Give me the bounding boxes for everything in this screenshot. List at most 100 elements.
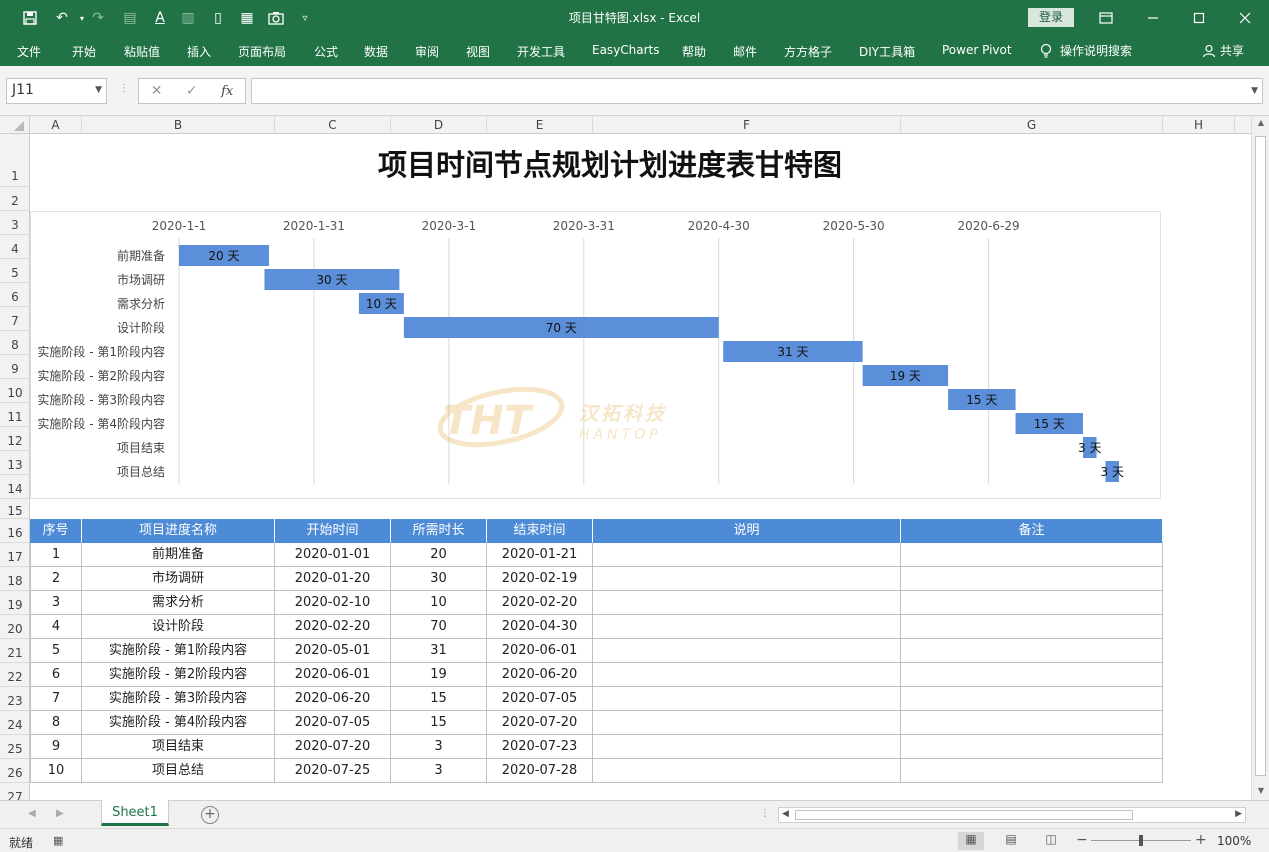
table-cell[interactable]: 前期准备 bbox=[82, 543, 275, 567]
add-sheet-icon[interactable]: + bbox=[201, 806, 219, 824]
table-cell[interactable] bbox=[593, 591, 901, 615]
table-cell[interactable] bbox=[593, 639, 901, 663]
expand-formula-bar-icon[interactable]: ▼ bbox=[1251, 86, 1258, 96]
scroll-down-icon[interactable]: ▼ bbox=[1255, 786, 1267, 795]
sheet-title[interactable]: 项目时间节点规划计划进度表甘特图 bbox=[30, 142, 1190, 184]
table-cell[interactable] bbox=[593, 759, 901, 783]
cancel-formula-icon[interactable]: ✕ bbox=[151, 83, 163, 99]
table-cell[interactable]: 10 bbox=[391, 591, 487, 615]
select-all-corner[interactable] bbox=[0, 116, 30, 134]
macro-record-icon[interactable]: ▦ bbox=[53, 834, 63, 847]
table-cell[interactable] bbox=[901, 711, 1163, 735]
column-header-f[interactable]: F bbox=[593, 116, 901, 134]
row-header[interactable]: 12 bbox=[0, 427, 29, 451]
table-cell[interactable]: 3 bbox=[30, 591, 82, 615]
row-header[interactable]: 23 bbox=[0, 687, 29, 711]
table-cell[interactable]: 1 bbox=[30, 543, 82, 567]
horizontal-scroll-thumb[interactable] bbox=[795, 810, 1133, 820]
name-box[interactable]: J11 ▼ bbox=[6, 78, 107, 104]
table-cell[interactable]: 2020-06-20 bbox=[275, 687, 391, 711]
chevron-down-icon[interactable]: ▼ bbox=[95, 85, 102, 95]
table-cell[interactable] bbox=[593, 663, 901, 687]
table-cell[interactable] bbox=[593, 711, 901, 735]
tab-home[interactable]: 开始 bbox=[72, 43, 96, 60]
table-cell[interactable]: 实施阶段 - 第1阶段内容 bbox=[82, 639, 275, 663]
column-header-b[interactable]: B bbox=[82, 116, 275, 134]
redo-icon[interactable]: ↷ bbox=[86, 7, 110, 29]
table-cell[interactable]: 2020-02-20 bbox=[275, 615, 391, 639]
column-header-c[interactable]: C bbox=[275, 116, 391, 134]
sheet-tab-sheet1[interactable]: Sheet1 bbox=[101, 800, 169, 826]
table-header-cell[interactable]: 结束时间 bbox=[487, 519, 593, 543]
table-cell[interactable]: 2020-05-01 bbox=[275, 639, 391, 663]
table-cell[interactable] bbox=[593, 567, 901, 591]
table-cell[interactable]: 2020-02-10 bbox=[275, 591, 391, 615]
tab-help[interactable]: 帮助 bbox=[682, 43, 706, 60]
table-cell[interactable]: 7 bbox=[30, 687, 82, 711]
table-cell[interactable]: 2020-07-20 bbox=[275, 735, 391, 759]
tell-me-search[interactable]: 操作说明搜索 bbox=[1040, 42, 1132, 59]
table-cell[interactable] bbox=[901, 687, 1163, 711]
row-header[interactable]: 27 bbox=[0, 783, 29, 800]
table-cell[interactable]: 2020-07-25 bbox=[275, 759, 391, 783]
table-cell[interactable]: 实施阶段 - 第3阶段内容 bbox=[82, 687, 275, 711]
table-cell[interactable]: 70 bbox=[391, 615, 487, 639]
normal-view-icon[interactable]: ▦ bbox=[958, 832, 984, 850]
prev-sheet-icon[interactable]: ◀ bbox=[28, 808, 36, 819]
zoom-in-icon[interactable]: + bbox=[1195, 832, 1207, 848]
table-cell[interactable]: 2020-06-01 bbox=[275, 663, 391, 687]
tab-formulas[interactable]: 公式 bbox=[314, 43, 338, 60]
row-header[interactable]: 26 bbox=[0, 759, 29, 783]
zoom-slider-handle[interactable] bbox=[1139, 835, 1143, 846]
tab-developer[interactable]: 开发工具 bbox=[517, 43, 565, 60]
row-header[interactable]: 17 bbox=[0, 543, 29, 567]
table-cell[interactable]: 2020-02-19 bbox=[487, 567, 593, 591]
scroll-left-icon[interactable]: ◀ bbox=[782, 809, 789, 819]
table-cell[interactable] bbox=[901, 759, 1163, 783]
tab-data[interactable]: 数据 bbox=[364, 43, 388, 60]
table-cell[interactable]: 15 bbox=[391, 687, 487, 711]
table-cell[interactable] bbox=[901, 591, 1163, 615]
table-cell[interactable]: 2 bbox=[30, 567, 82, 591]
table-cell[interactable] bbox=[901, 639, 1163, 663]
table-cell[interactable]: 2020-02-20 bbox=[487, 591, 593, 615]
table-cell[interactable]: 市场调研 bbox=[82, 567, 275, 591]
tab-easycharts[interactable]: EasyCharts bbox=[592, 43, 660, 57]
tab-view[interactable]: 视图 bbox=[466, 43, 490, 60]
insert-function-icon[interactable]: fx bbox=[221, 84, 233, 99]
table-cell[interactable]: 实施阶段 - 第4阶段内容 bbox=[82, 711, 275, 735]
tab-review[interactable]: 审阅 bbox=[415, 43, 439, 60]
table-cell[interactable] bbox=[901, 615, 1163, 639]
table-cell[interactable]: 2020-06-01 bbox=[487, 639, 593, 663]
table-cell[interactable]: 4 bbox=[30, 615, 82, 639]
table-cell[interactable]: 设计阶段 bbox=[82, 615, 275, 639]
table-cell[interactable]: 项目总结 bbox=[82, 759, 275, 783]
format-painter-icon[interactable]: ▤ bbox=[118, 7, 142, 29]
row-header[interactable]: 11 bbox=[0, 403, 29, 427]
row-header[interactable]: 2 bbox=[0, 187, 29, 211]
formula-input[interactable]: ▼ bbox=[251, 78, 1263, 104]
table-cell[interactable] bbox=[593, 735, 901, 759]
table-cell[interactable] bbox=[901, 663, 1163, 687]
page-break-view-icon[interactable]: ◫ bbox=[1038, 832, 1064, 850]
table-cell[interactable]: 20 bbox=[391, 543, 487, 567]
table-cell[interactable]: 6 bbox=[30, 663, 82, 687]
minimize-icon[interactable] bbox=[1135, 6, 1171, 30]
row-header[interactable]: 3 bbox=[0, 211, 29, 235]
paste-icon[interactable]: ▥ bbox=[176, 7, 200, 29]
table-cell[interactable]: 项目结束 bbox=[82, 735, 275, 759]
row-header[interactable]: 16 bbox=[0, 519, 29, 543]
row-header[interactable]: 20 bbox=[0, 615, 29, 639]
worksheet[interactable]: 项目时间节点规划计划进度表甘特图 2020-1-1 2020-1-31 2020-3… bbox=[30, 134, 1251, 800]
enter-formula-icon[interactable]: ✓ bbox=[186, 83, 198, 99]
table-cell[interactable] bbox=[901, 567, 1163, 591]
row-header[interactable]: 14 bbox=[0, 475, 29, 499]
row-header[interactable]: 10 bbox=[0, 379, 29, 403]
table-cell[interactable]: 3 bbox=[391, 759, 487, 783]
tab-insert[interactable]: 插入 bbox=[187, 43, 211, 60]
table-cell[interactable]: 2020-07-05 bbox=[487, 687, 593, 711]
row-header[interactable]: 22 bbox=[0, 663, 29, 687]
table-cell[interactable] bbox=[593, 615, 901, 639]
table-icon[interactable]: ▦ bbox=[235, 7, 259, 29]
table-header-cell[interactable]: 序号 bbox=[30, 519, 82, 543]
